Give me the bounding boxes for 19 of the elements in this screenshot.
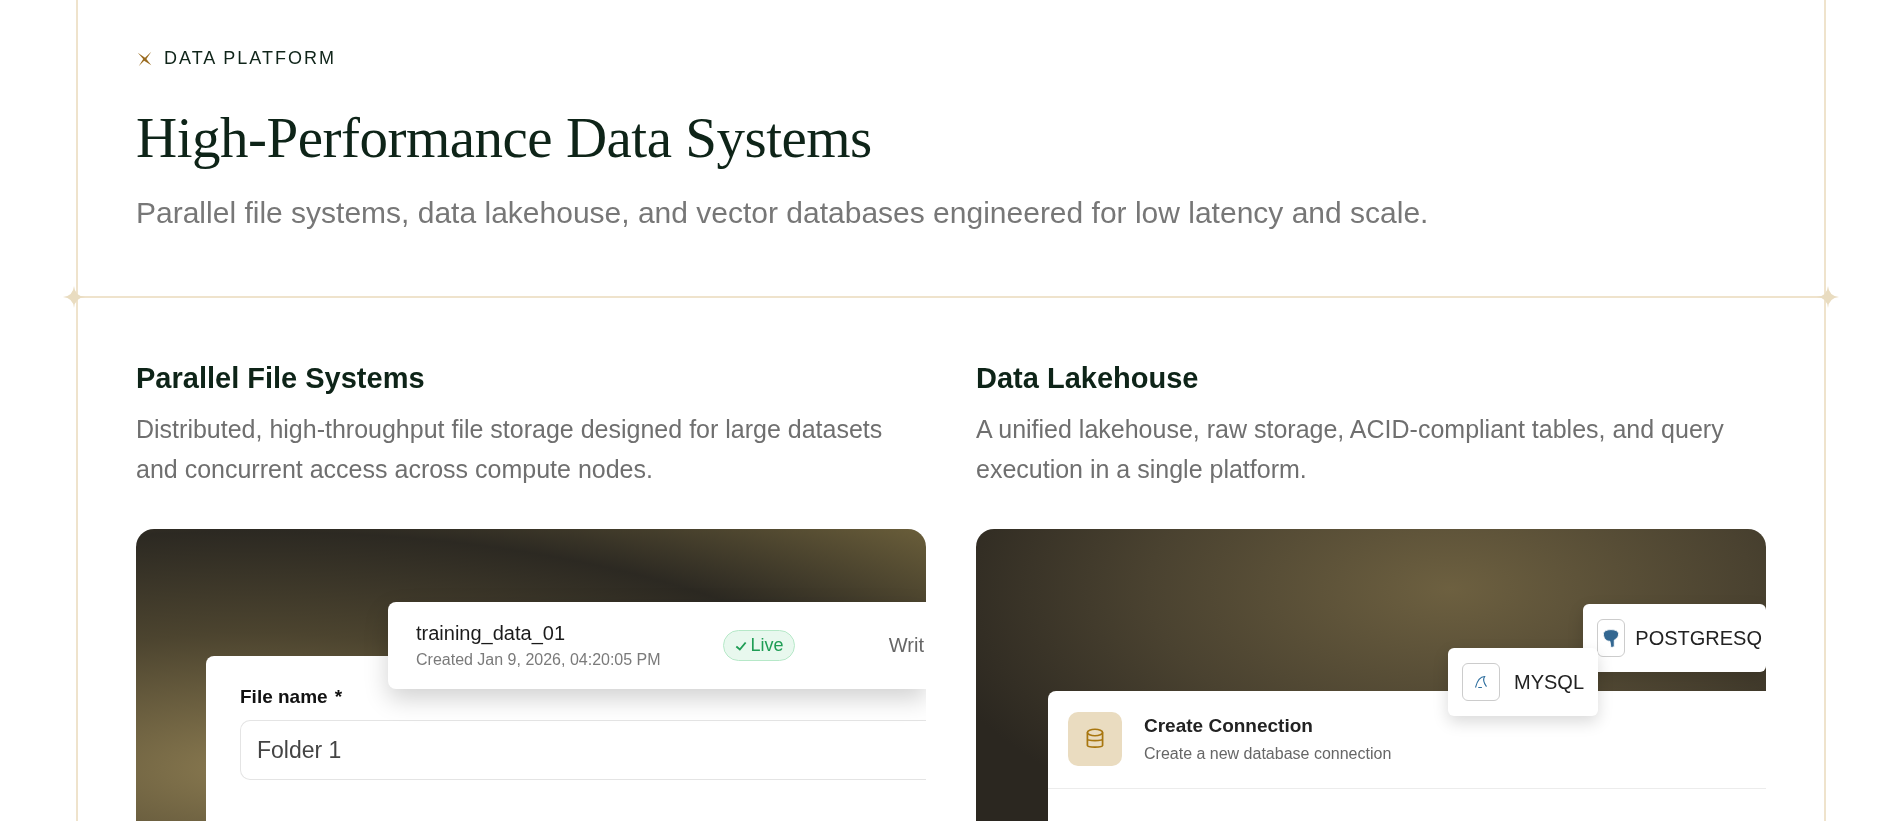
required-mark: * bbox=[334, 686, 343, 708]
eyebrow-label: DATA PLATFORM bbox=[164, 48, 336, 69]
dataset-name: training_data_01 bbox=[416, 622, 566, 645]
page-subtitle: Parallel file systems, data lakehouse, and vector databases engineered for low latency and scale. bbox=[136, 196, 1430, 230]
input-field[interactable]: Folder 1 bbox=[240, 720, 926, 780]
connection-subtitle: Create a new database connection bbox=[1144, 745, 1392, 763]
page-title: High-Performance Data Systems bbox=[136, 105, 873, 170]
feature-description: A unified lakehouse, raw storage, ACID-compliant tables, and query execution in a single platform. bbox=[976, 414, 1725, 485]
feature-description: Distributed, high-throughput file storage designed for large datasets and concurrent access across compute nodes. bbox=[136, 414, 884, 485]
dataset-column: Writ bbox=[888, 634, 926, 657]
status-badge: Live bbox=[722, 630, 795, 661]
connection-title: Create Connection bbox=[1144, 715, 1314, 737]
database-chip[interactable]: MYSQL bbox=[1448, 648, 1599, 716]
field-label: File name bbox=[240, 686, 328, 708]
database-icon bbox=[1068, 712, 1122, 766]
feature-heading: Data Lakehouse bbox=[976, 362, 1200, 395]
feature-heading: Parallel File Systems bbox=[136, 362, 426, 395]
database-chip[interactable]: POSTGRESQ bbox=[1583, 604, 1766, 672]
dataset-created: Created Jan 9, 2026, 04:20:05 PM bbox=[416, 651, 661, 669]
